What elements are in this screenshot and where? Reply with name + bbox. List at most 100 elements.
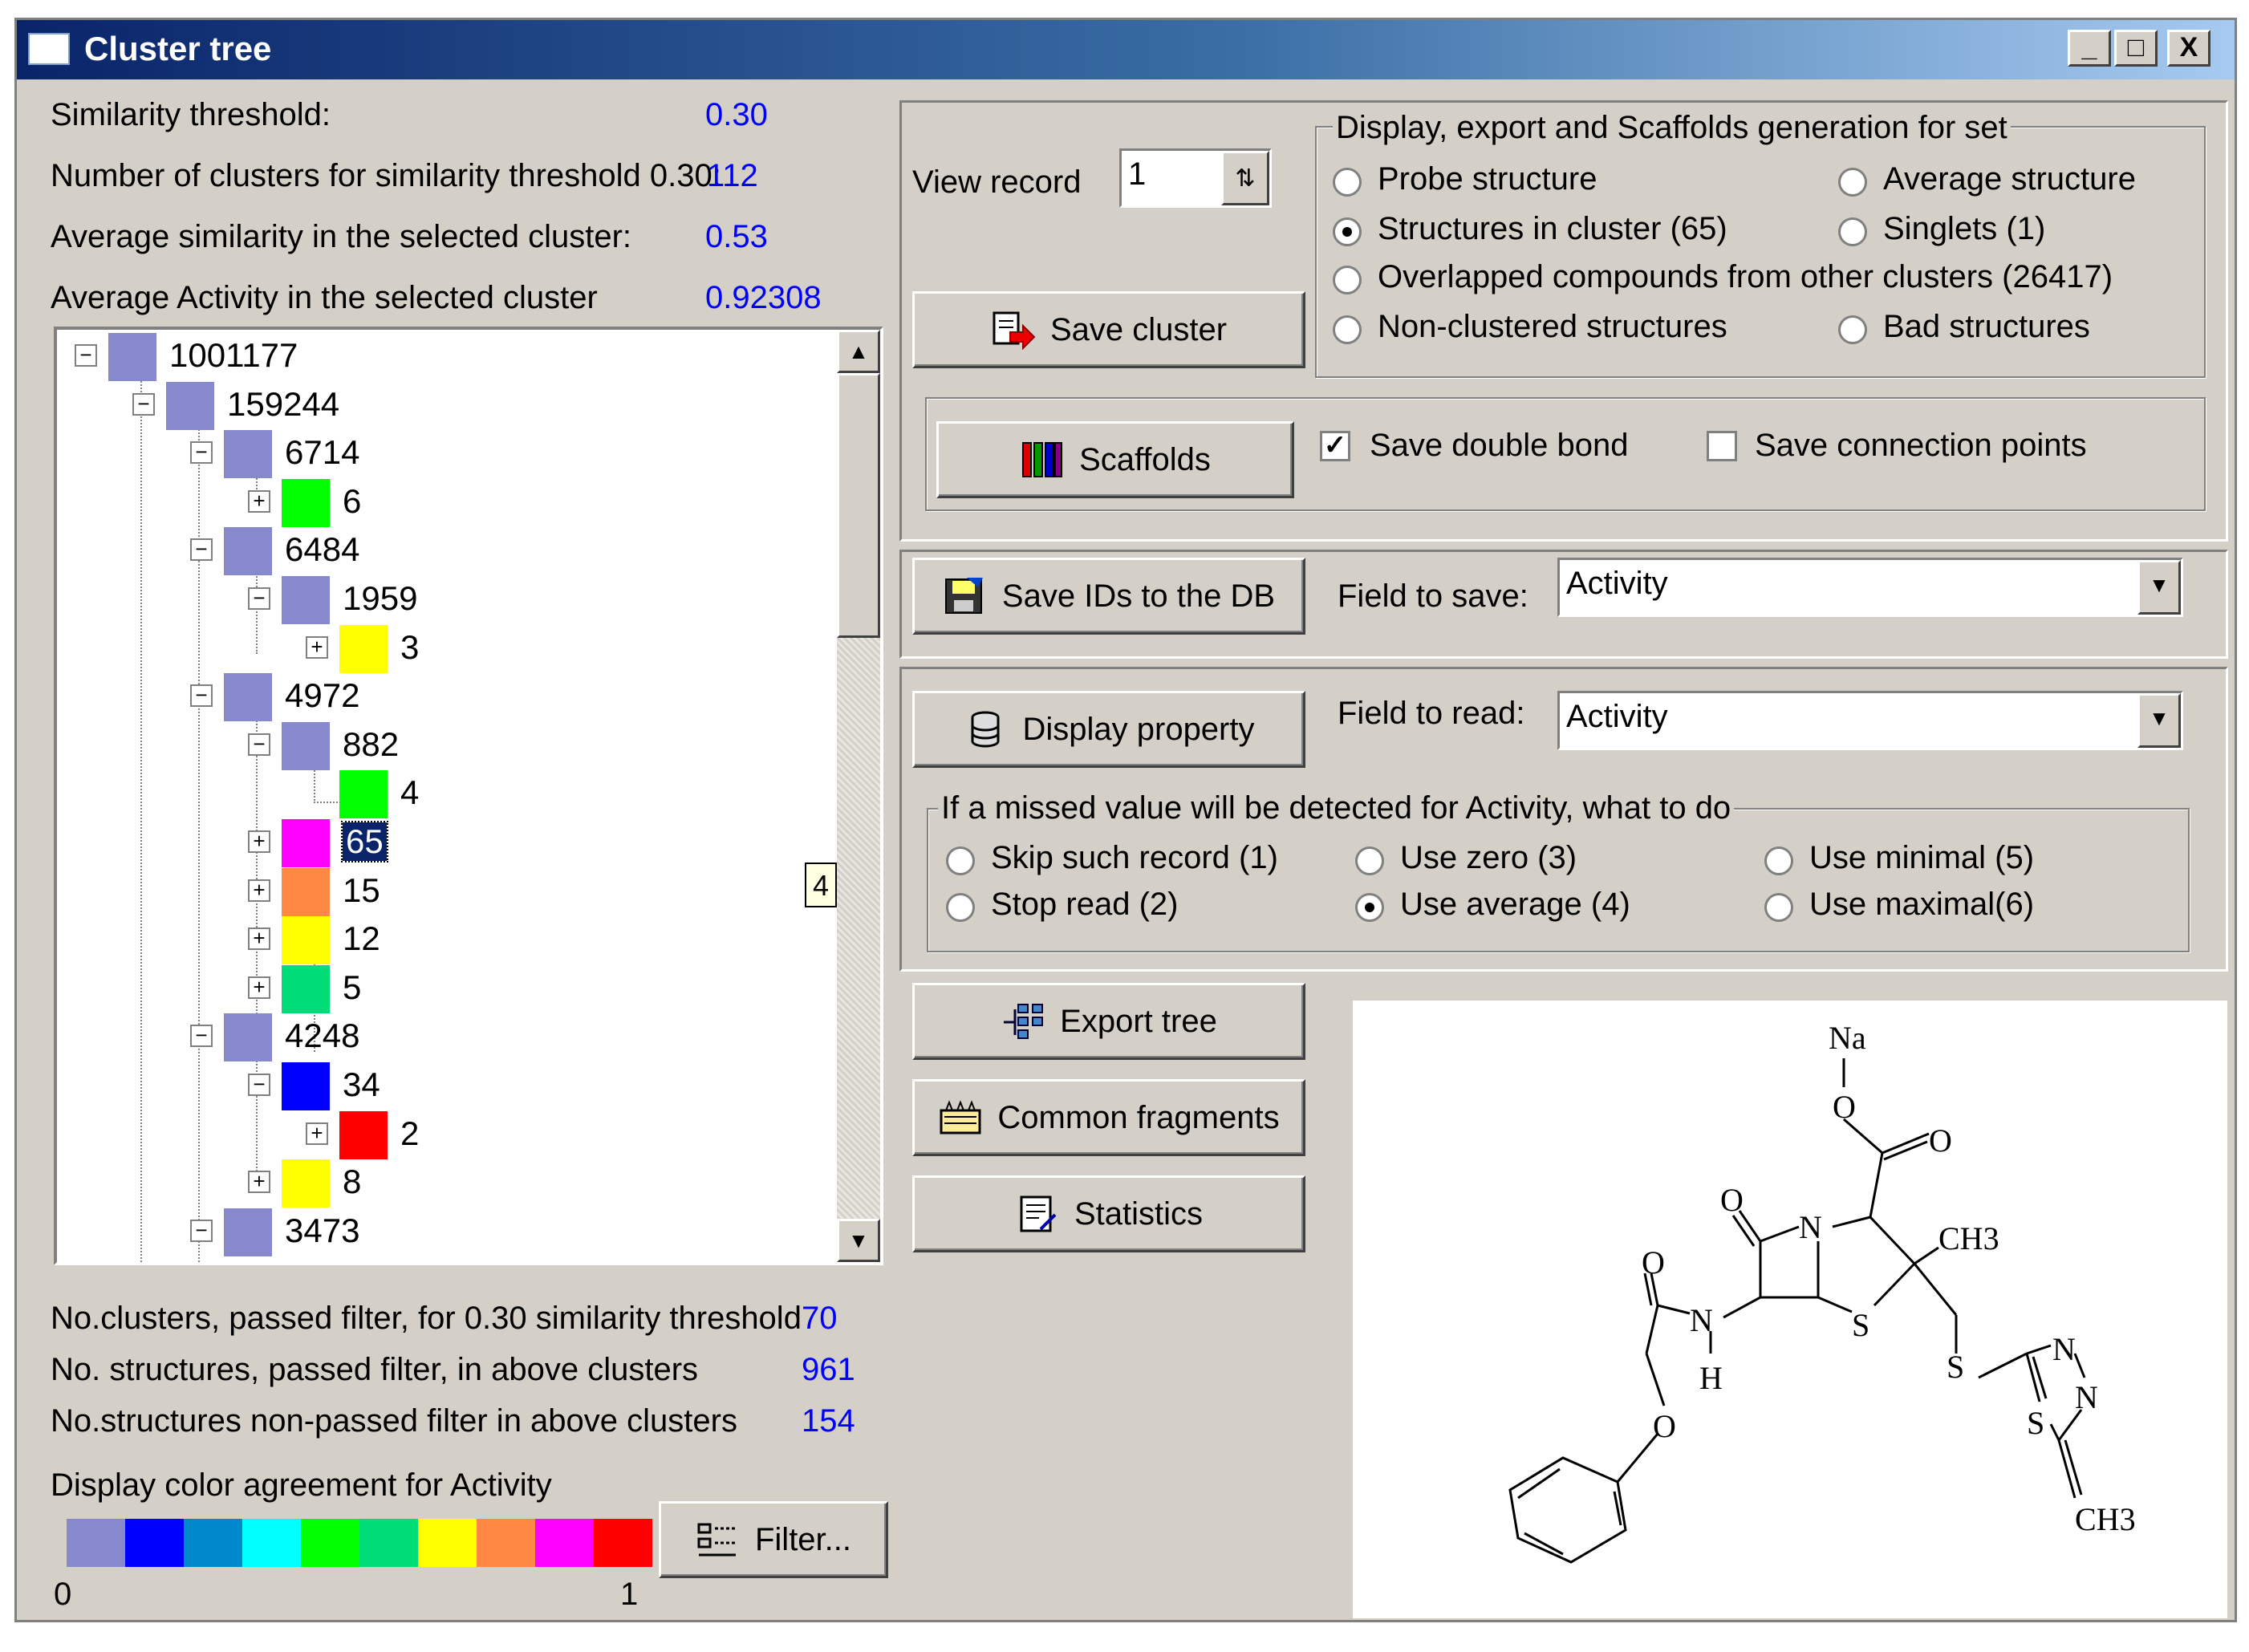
radio-bad-structures[interactable] [1838,315,1867,344]
radio-use-zero[interactable] [1355,846,1384,875]
expand-icon[interactable]: + [306,1122,328,1145]
save-double-bond-checkbox[interactable]: ✓ [1320,431,1350,461]
radio-use-maximal[interactable] [1764,893,1793,922]
tree-node-label[interactable]: 3473 [285,1212,359,1250]
radio-use-average[interactable] [1355,893,1384,922]
atom-label: O [1653,1408,1676,1444]
atom-label: O [1642,1244,1665,1281]
tree-node-label[interactable]: 15 [343,871,380,910]
save-ids-button[interactable]: Save IDs to the DB [912,558,1305,635]
avg-activity-label: Average Activity in the selected cluster [51,280,598,315]
radio-overlapped-compounds[interactable] [1333,266,1362,294]
expand-icon[interactable]: + [248,976,270,999]
tree-node-label[interactable]: 3 [400,628,419,667]
cluster-tree-view[interactable]: −1001177−159244−6714 +6−6484−1959 +3−4972−… [54,327,883,1265]
common-fragments-label: Common fragments [997,1099,1280,1135]
cluster-color-swatch [224,673,272,722]
filter-button-label: Filter... [754,1521,852,1557]
radio-structures-in-cluster[interactable] [1333,217,1362,246]
cluster-color-swatch [166,381,214,430]
scaffolds-label: Scaffolds [1079,441,1211,477]
collapse-icon[interactable]: − [190,1025,213,1048]
field-to-read-dropdown[interactable]: Activity ▼ [1557,691,2183,750]
radio-probe-structure[interactable] [1333,168,1362,197]
field-to-read-label: Field to read: [1338,696,1525,731]
scaffolds-button[interactable]: Scaffolds [936,421,1294,498]
radio-non-clustered[interactable] [1333,315,1362,344]
expand-icon[interactable]: + [248,1171,270,1194]
use-zero-label: Use zero (3) [1400,840,1577,875]
collapse-icon[interactable]: − [190,441,213,465]
scroll-thumb[interactable] [837,373,880,638]
collapse-icon[interactable]: − [190,538,213,562]
tree-scrollbar[interactable]: ▲ ▼ [837,330,880,1262]
common-fragments-button[interactable]: Common fragments [912,1079,1305,1156]
radio-skip-record[interactable] [946,846,975,875]
tree-node-label[interactable]: 882 [343,725,399,764]
collapse-icon[interactable]: − [190,684,213,708]
chevron-down-icon[interactable]: ▼ [2137,693,2181,748]
collapse-icon[interactable]: − [248,1074,270,1096]
tree-node-label[interactable]: 4972 [285,676,359,715]
expand-icon[interactable]: + [248,879,270,902]
color-agreement-bar [67,1519,652,1567]
color-agreement-label: Display color agreement for Activity [51,1467,552,1503]
expand-icon[interactable]: + [248,927,270,951]
tree-node-label[interactable]: 6484 [285,530,359,569]
tree-node-label[interactable]: 159244 [227,385,339,424]
collapse-icon[interactable]: − [132,392,155,416]
structures-nonpassed-label: No.structures non-passed filter in above… [51,1403,737,1439]
radio-use-minimal[interactable] [1764,846,1793,875]
radio-stop-read[interactable] [946,893,975,922]
save-disk-icon [944,578,983,614]
atom-label: N [2052,1331,2076,1367]
tree-node-label[interactable]: 6714 [285,433,359,472]
tree-node-label[interactable]: 1959 [343,579,417,618]
radio-singlets[interactable] [1838,217,1867,246]
cluster-color-swatch [282,478,330,527]
collapse-icon[interactable]: − [75,344,97,367]
minimize-button[interactable]: _ [2068,30,2111,67]
export-tree-button[interactable]: Export tree [912,983,1305,1060]
close-button[interactable]: X [2167,30,2210,67]
expand-icon[interactable]: + [306,635,328,659]
tree-node-label[interactable]: 4 [400,773,419,812]
statistics-button[interactable]: Statistics [912,1175,1305,1252]
field-to-save-label: Field to save: [1338,578,1528,614]
tree-node-label[interactable]: 8 [343,1163,361,1201]
scroll-up-button[interactable]: ▲ [837,330,880,373]
atom-label: N [1690,1302,1713,1338]
overlapped-compounds-label: Overlapped compounds from other clusters… [1378,259,2113,294]
save-cluster-button[interactable]: Save cluster [912,291,1305,368]
atom-label: CH3 [2075,1501,2136,1537]
color-scale-segment [477,1519,535,1567]
tree-node-label[interactable]: 5 [343,968,361,1007]
display-property-button[interactable]: Display property [912,691,1305,768]
field-to-read-value: Activity [1566,699,1668,734]
expand-icon[interactable]: + [248,489,270,513]
tree-node-label[interactable]: 4248 [285,1017,359,1055]
scroll-tooltip: 4 [805,863,837,907]
title-bar[interactable]: Cluster tree _ □ X [17,20,2235,79]
collapse-icon[interactable]: − [248,587,270,610]
structures-nonpassed-value: 154 [802,1403,855,1439]
collapse-icon[interactable]: − [248,733,270,756]
tree-node-label[interactable]: 6 [343,482,361,521]
radio-average-structure[interactable] [1838,168,1867,197]
tree-node-label[interactable]: 2 [400,1114,419,1153]
maximize-button[interactable]: □ [2114,30,2158,67]
tree-node-label[interactable]: 34 [343,1065,380,1104]
spinner-arrows-icon[interactable]: ⇅ [1221,151,1269,205]
save-connection-points-checkbox[interactable] [1707,431,1737,461]
field-to-save-dropdown[interactable]: Activity ▼ [1557,558,2183,617]
scroll-down-button[interactable]: ▼ [837,1219,880,1262]
collapse-icon[interactable]: − [190,1219,213,1242]
average-structure-label: Average structure [1883,161,2136,197]
tree-node-label[interactable]: 1001177 [169,336,298,375]
expand-icon[interactable]: + [248,830,270,853]
filter-button[interactable]: Filter... [659,1501,888,1578]
chevron-down-icon[interactable]: ▼ [2137,560,2181,615]
view-record-spinner[interactable]: 1 ⇅ [1119,148,1272,208]
tree-node-label[interactable]: 65 [341,821,388,863]
tree-node-label[interactable]: 12 [343,919,380,958]
